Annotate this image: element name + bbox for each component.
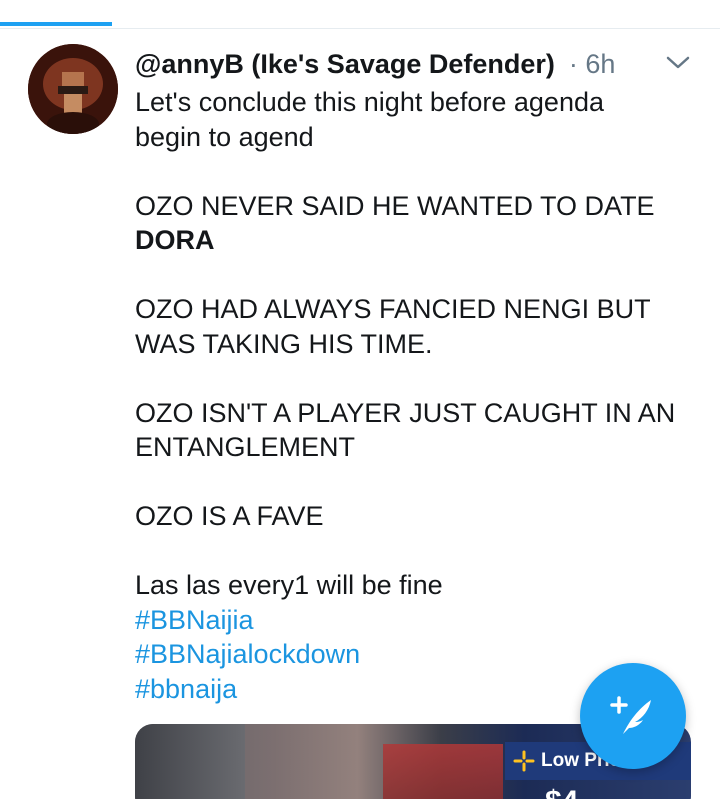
chevron-down-icon[interactable] xyxy=(665,54,691,72)
avatar[interactable] xyxy=(28,44,118,134)
spark-icon xyxy=(513,750,535,772)
compose-tweet-icon xyxy=(610,696,651,734)
tweet-timestamp[interactable]: · 6h xyxy=(569,44,616,84)
media-region xyxy=(135,724,245,799)
tweet-header: @annyB (Ike's Savage Defender) · 6h xyxy=(135,44,695,84)
tweet-text: Let's conclude this night before agenda … xyxy=(135,85,705,706)
tweet-line: Las las every1 will be fine xyxy=(135,570,443,600)
tweet-line: WAS TAKING HIS TIME. xyxy=(135,328,433,359)
tweet-line: OZO HAD ALWAYS FANCIED NENGI BUT xyxy=(135,294,651,324)
tweet-line: OZO NEVER SAID HE WANTED TO DATE xyxy=(135,190,655,221)
tweet-line: Let's conclude this night before agenda xyxy=(135,87,604,117)
tab-bar xyxy=(0,0,720,29)
tweet-line: OZO ISN'T A PLAYER JUST CAUGHT IN AN xyxy=(135,397,676,428)
tweet-line: OZO IS A FAVE xyxy=(135,501,324,531)
avatar-image xyxy=(28,44,118,134)
hashtag-link[interactable]: #BBNaijia xyxy=(135,603,705,638)
compose-tweet-button[interactable] xyxy=(580,663,686,769)
tweet-detail-screen: @annyB (Ike's Savage Defender) · 6h Let'… xyxy=(0,0,720,799)
display-name[interactable]: @annyB (Ike's Savage Defender) xyxy=(135,44,555,84)
tweet-line: begin to agend xyxy=(135,121,314,152)
media-region xyxy=(383,744,503,799)
tweet-line: ENTANGLEMENT xyxy=(135,432,356,462)
active-tab-indicator xyxy=(0,22,112,26)
price-text: $4 xyxy=(545,782,625,799)
tweet-line-bold: DORA xyxy=(135,225,215,255)
